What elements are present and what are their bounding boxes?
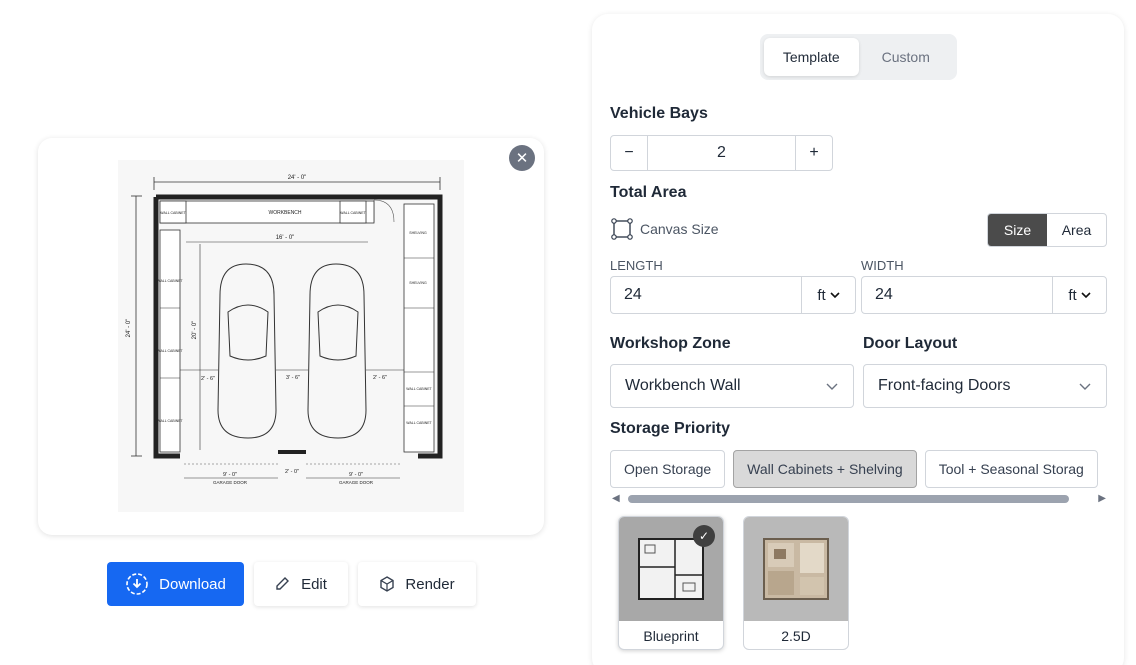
tab-custom[interactable]: Custom <box>859 38 954 76</box>
tab-template[interactable]: Template <box>764 38 859 76</box>
plan-label-garage-door-left: GARAGE DOOR <box>213 480 248 485</box>
vehicle-bays-stepper: − 2 + <box>610 135 833 171</box>
chevron-down-icon <box>830 292 840 299</box>
selected-check-icon: ✓ <box>693 525 715 547</box>
length-field: 24 ft <box>610 276 856 314</box>
plan-label-wall-cabinet-left-2: WALL CABINET <box>157 349 183 353</box>
blueprint-label: Blueprint <box>643 628 699 644</box>
plan-label-wall-cabinet-right-2: WALL CABINET <box>406 421 432 425</box>
plan-dim-center: 3' - 6" <box>286 375 300 381</box>
door-layout-label: Door Layout <box>863 335 958 352</box>
toggle-area[interactable]: Area <box>1047 214 1106 246</box>
plan-label-shelving-1: SHELVING <box>409 231 427 235</box>
plan-label-shelving-2: SHELVING <box>409 281 427 285</box>
close-icon: ✕ <box>515 150 529 167</box>
plan-label-wall-cabinet-right-1: WALL CABINET <box>406 387 432 391</box>
total-area-label: Total Area <box>610 184 687 201</box>
plan-dim-right: 2' - 6" <box>373 375 387 381</box>
plan-dim-door-right: 9' - 0" <box>349 472 363 478</box>
scroll-left-icon[interactable]: ◀ <box>612 493 620 504</box>
width-unit-value: ft <box>1068 286 1077 304</box>
size-area-toggle: Size Area <box>987 213 1107 247</box>
plan-dim-overall-depth: 24' - 0" <box>126 319 132 338</box>
cube-icon <box>380 576 395 592</box>
download-icon <box>126 573 148 595</box>
decrement-button[interactable]: − <box>611 136 647 170</box>
plan-label-workbench: WORKBENCH <box>268 210 301 216</box>
length-unit-select[interactable]: ft <box>801 277 855 313</box>
settings-panel: Template Custom Vehicle Bays − 2 + Total… <box>592 14 1124 665</box>
canvas-size-icon <box>611 218 633 240</box>
edit-icon <box>276 577 290 590</box>
chip-wall-cabinets-shelving[interactable]: Wall Cabinets + Shelving <box>733 450 917 488</box>
chevron-down-icon <box>1081 292 1091 299</box>
plan-dim-door-gap: 2' - 0" <box>285 469 299 475</box>
plan-label-wall-cabinet-left-1: WALL CABINET <box>157 279 183 283</box>
plan-label-wall-cabinet-top-right: WALL CABINET <box>340 211 366 215</box>
edit-button[interactable]: Edit <box>254 562 348 606</box>
toggle-size[interactable]: Size <box>988 214 1047 246</box>
plan-dim-bay-depth: 20' - 0" <box>192 321 198 340</box>
chip-open-storage[interactable]: Open Storage <box>610 450 726 488</box>
action-row: Download Edit Render <box>107 562 476 606</box>
scrollbar-thumb[interactable] <box>628 495 1069 503</box>
increment-button[interactable]: + <box>796 136 832 170</box>
plan-label-wall-cabinet-top-left: WALL CABINET <box>160 211 186 215</box>
plan-dim-workbench-length: 16' - 0" <box>276 235 295 241</box>
length-input[interactable]: 24 <box>611 277 801 313</box>
storage-priority-options: Open Storage Wall Cabinets + Shelving To… <box>610 450 1108 490</box>
style-option-blueprint[interactable]: ✓ Blueprint <box>618 516 724 650</box>
plan-dim-overall-width: 24' - 0" <box>288 175 307 181</box>
plan-label-wall-cabinet-left-3: WALL CABINET <box>157 419 183 423</box>
2-5d-label: 2.5D <box>781 628 811 644</box>
canvas-size-label: Canvas Size <box>640 221 719 237</box>
garage-floor-plan: 24' - 0" 24' - 0" WORKBENCH WALL CABINET… <box>118 160 464 512</box>
canvas-size: Canvas Size <box>610 217 719 241</box>
close-preview-button[interactable]: ✕ <box>509 145 535 171</box>
vehicle-bays-label: Vehicle Bays <box>610 105 708 122</box>
download-label: Download <box>159 575 226 593</box>
chevron-down-icon <box>826 383 838 390</box>
workshop-zone-label: Workshop Zone <box>610 335 731 352</box>
chevron-down-icon <box>1079 383 1091 390</box>
plan-label-garage-door-right: GARAGE DOOR <box>339 480 374 485</box>
blueprint-thumbnail: ✓ <box>619 517 723 621</box>
edit-label: Edit <box>301 575 327 593</box>
width-input[interactable]: 24 <box>862 277 1052 313</box>
render-button[interactable]: Render <box>358 562 476 606</box>
width-label: WIDTH <box>861 258 904 273</box>
workshop-zone-value: Workbench Wall <box>625 377 741 394</box>
width-unit-select[interactable]: ft <box>1052 277 1106 313</box>
scroll-right-icon[interactable]: ▶ <box>1098 493 1106 504</box>
2-5d-thumbnail-image <box>763 538 829 600</box>
mode-tabs: Template Custom <box>760 34 957 80</box>
2-5d-thumbnail <box>744 517 848 621</box>
door-layout-value: Front-facing Doors <box>878 377 1011 394</box>
length-label: LENGTH <box>610 258 663 273</box>
render-label: Render <box>405 575 455 593</box>
storage-priority-label: Storage Priority <box>610 420 731 437</box>
vehicle-bays-value[interactable]: 2 <box>647 136 796 170</box>
width-field: 24 ft <box>861 276 1107 314</box>
length-unit-value: ft <box>817 286 826 304</box>
chips-scrollbar[interactable]: ◀ ▶ <box>610 492 1108 504</box>
door-layout-select[interactable]: Front-facing Doors <box>863 364 1107 408</box>
chip-tool-seasonal-storage[interactable]: Tool + Seasonal Storag <box>924 450 1098 488</box>
plan-dim-door-left: 9' - 0" <box>223 472 237 478</box>
app-root: ✕ 24' - 0" 24' - 0" WORKBENCH WALL CABIN… <box>0 0 1136 665</box>
workshop-zone-select[interactable]: Workbench Wall <box>610 364 854 408</box>
download-button[interactable]: Download <box>107 562 244 606</box>
style-option-2-5d[interactable]: 2.5D <box>743 516 849 650</box>
plan-dim-left: 2' - 6" <box>201 376 215 382</box>
